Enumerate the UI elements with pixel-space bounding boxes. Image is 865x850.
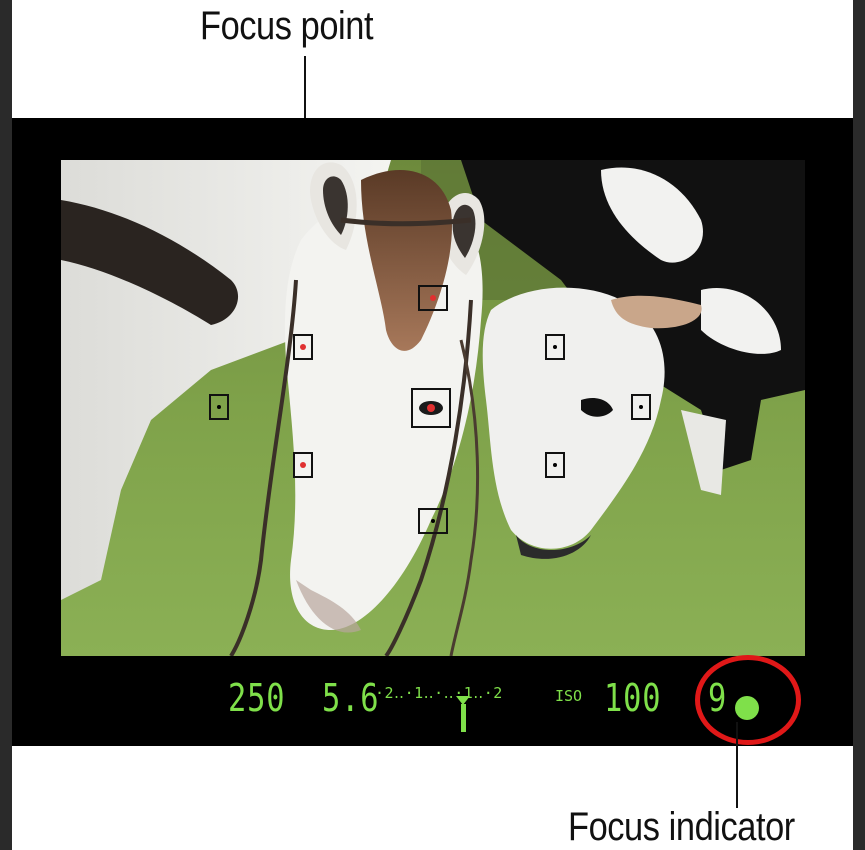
viewfinder-photo (61, 160, 805, 656)
af-point-far-left[interactable] (209, 394, 229, 420)
shutter-speed-readout: 250 (228, 676, 286, 720)
af-point-upper-left[interactable] (293, 334, 313, 360)
af-point-upper-right[interactable] (545, 334, 565, 360)
focus-indicator-highlight-ring (695, 655, 801, 745)
af-point-bottom[interactable] (418, 508, 448, 534)
focus-indicator-label: Focus indicator (568, 805, 795, 849)
exposure-scale: ·2‥·1‥·‥·1‥·2 (375, 684, 503, 702)
figure-page: Focus point 250 5.6 ·2‥·1‥·‥·1‥·2 ISO 10… (12, 0, 853, 850)
af-point-center[interactable] (411, 388, 451, 428)
aperture-readout: 5.6 (322, 676, 380, 720)
iso-readout: 100 (604, 676, 662, 720)
focus-point-label: Focus point (200, 4, 374, 48)
af-point-top[interactable] (418, 285, 448, 311)
focus-indicator-leader-line (736, 722, 738, 808)
iso-label: ISO (555, 687, 583, 705)
af-point-lower-right[interactable] (545, 452, 565, 478)
af-point-far-right[interactable] (631, 394, 651, 420)
exposure-scale-pointer (461, 704, 466, 732)
af-point-lower-left[interactable] (293, 452, 313, 478)
viewfinder-frame (12, 118, 853, 746)
